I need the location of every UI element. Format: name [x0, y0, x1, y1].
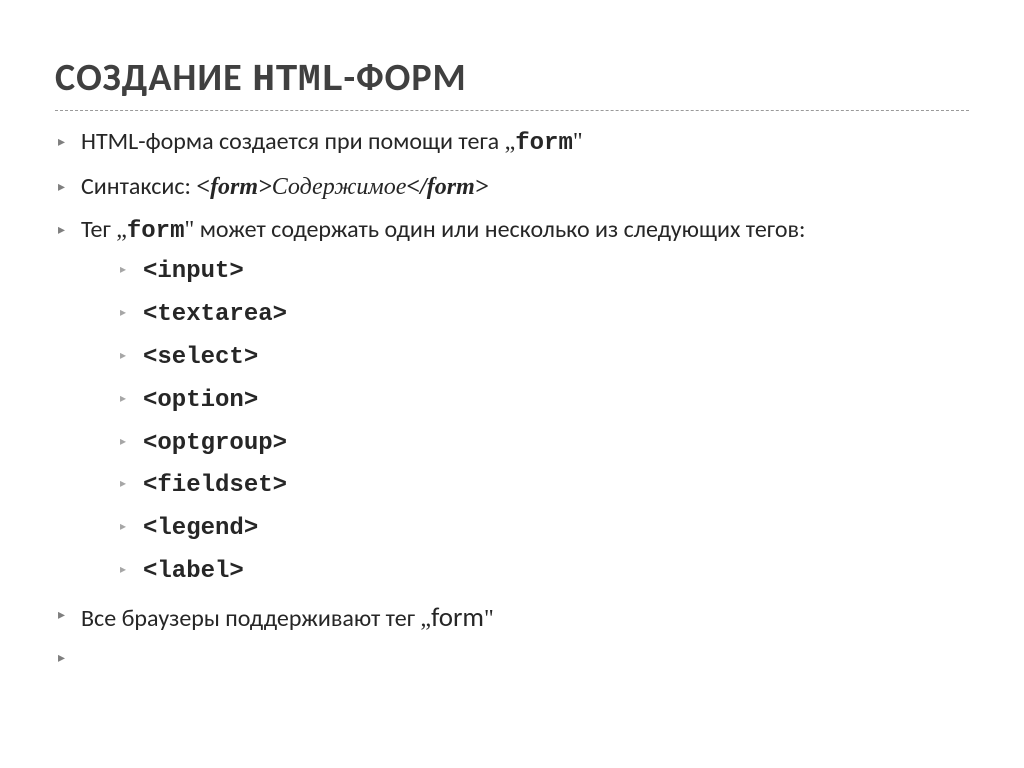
body-line-4: Все браузеры поддерживают тег „form": [55, 598, 969, 637]
body-line-1: HTML-форма создается при помощи тега „fo…: [55, 125, 969, 162]
text-form-tag: form: [127, 218, 185, 245]
text-form-tag: form: [515, 130, 573, 157]
text-content-word: Содержимое: [272, 174, 407, 200]
text-form-open: <form>: [196, 174, 271, 200]
quote-left: „: [420, 606, 431, 632]
title-html: HTML: [252, 59, 343, 102]
slide-title: СОЗДАНИЕ HTML-ФОРМ: [55, 55, 969, 111]
tag-item: <legend>: [117, 512, 969, 547]
tag-item: <input>: [117, 255, 969, 290]
tag-item: <textarea>: [117, 298, 969, 333]
text-html-word: HTML: [81, 127, 138, 156]
text-form-close: </form>: [406, 174, 488, 200]
quote-right: ": [484, 606, 494, 632]
body-content: HTML-форма создается при помощи тега „fo…: [55, 125, 969, 669]
title-pre: СОЗДАНИЕ: [55, 55, 252, 101]
title-post: -ФОРМ: [344, 55, 467, 101]
tags-sublist: <input> <textarea> <select> <option> <op…: [81, 255, 969, 589]
text-form-tag: form: [431, 601, 484, 634]
body-line-2: Синтаксис: <form>Содержимое</form>: [55, 170, 969, 205]
tag-item: <optgroup>: [117, 427, 969, 462]
text-part: может содержать один или несколько из сл…: [194, 215, 805, 244]
quote-right: ": [573, 129, 583, 155]
text-part: Тег: [81, 215, 116, 244]
tag-item: <fieldset>: [117, 469, 969, 504]
quote-left: „: [116, 217, 127, 243]
tag-item: <select>: [117, 341, 969, 376]
text-part: -форма создается при помощи тега: [138, 127, 504, 156]
tag-item: <option>: [117, 384, 969, 419]
text-syntax-label: Синтаксис:: [81, 172, 196, 201]
empty-bullet: [55, 645, 969, 669]
body-line-3: Тег „form" может содержать один или неск…: [55, 213, 969, 590]
quote-left: „: [505, 129, 516, 155]
quote-right: ": [184, 217, 194, 243]
text-part: Все браузеры поддерживают тег: [81, 604, 420, 633]
tag-item: <label>: [117, 555, 969, 590]
